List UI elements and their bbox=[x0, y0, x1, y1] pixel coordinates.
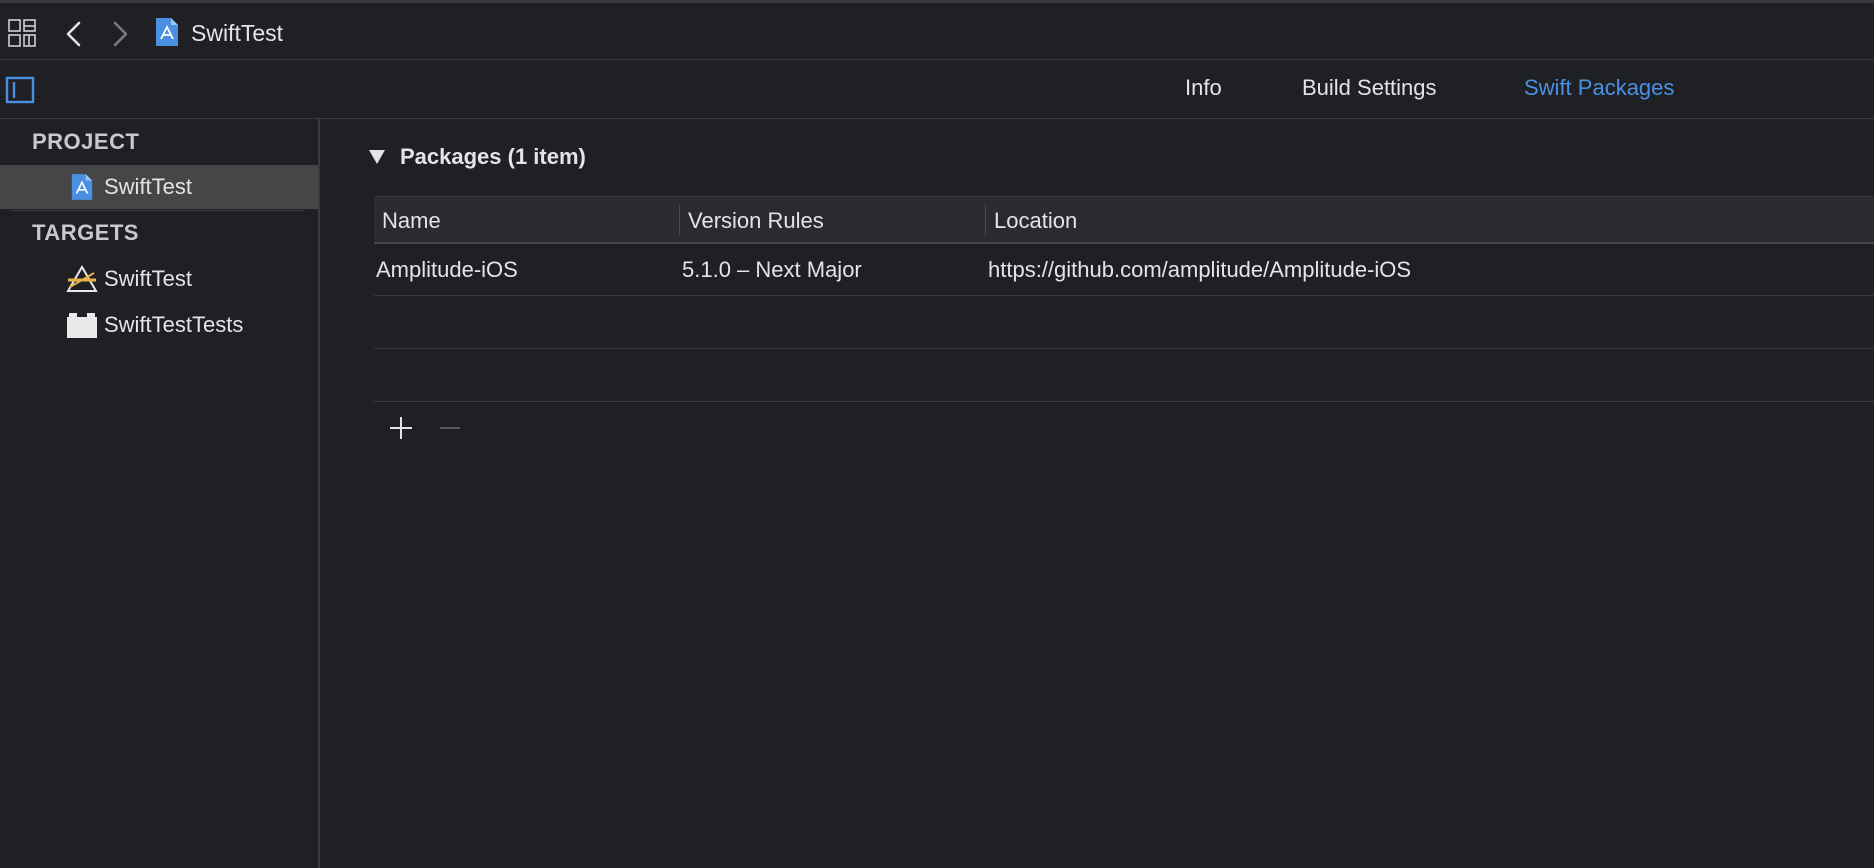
remove-package-button[interactable] bbox=[438, 415, 462, 441]
sidebar-toggle-icon[interactable] bbox=[5, 76, 35, 104]
sidebar-item-label: SwiftTest bbox=[104, 174, 193, 199]
sidebar-item-target-tests[interactable]: SwiftTestTests bbox=[0, 303, 318, 347]
add-package-button[interactable] bbox=[388, 415, 414, 441]
targets-section-header: TARGETS bbox=[32, 220, 139, 245]
empty-table-row bbox=[374, 296, 1874, 349]
app-target-icon bbox=[66, 265, 98, 292]
sidebar-item-project[interactable]: SwiftTest bbox=[0, 165, 318, 209]
editor-tab-strip: Info Build Settings Swift Packages bbox=[0, 60, 1874, 119]
package-name-cell: Amplitude-iOS bbox=[376, 257, 518, 282]
table-header: Name Version Rules Location bbox=[374, 196, 1874, 244]
xcode-window: SwiftTest Info Build Settings Swift Pack… bbox=[0, 0, 1874, 868]
test-bundle-icon bbox=[67, 313, 97, 338]
sidebar-item-label: SwiftTestTests bbox=[104, 312, 244, 337]
sidebar-divider bbox=[10, 210, 304, 211]
tab-build-settings[interactable]: Build Settings bbox=[1302, 75, 1437, 101]
package-location-cell: https://github.com/amplitude/Amplitude-i… bbox=[988, 257, 1412, 282]
tab-info[interactable]: Info bbox=[1185, 75, 1222, 101]
sidebar-item-label: SwiftTest bbox=[104, 266, 193, 291]
chevron-right-icon[interactable] bbox=[108, 21, 132, 47]
disclosure-triangle-icon[interactable] bbox=[368, 149, 386, 165]
column-header-location[interactable]: Location bbox=[994, 208, 1077, 234]
empty-table-row bbox=[374, 349, 1874, 402]
project-navigator-sidebar: PROJECT SwiftTest TARGETS SwiftTest Swif… bbox=[0, 119, 320, 868]
package-version-cell: 5.1.0 – Next Major bbox=[682, 257, 862, 282]
related-items-grid-icon[interactable] bbox=[8, 19, 36, 47]
packages-table: Name Version Rules Location Amplitude-iO… bbox=[374, 196, 1874, 402]
column-header-version-rules[interactable]: Version Rules bbox=[688, 208, 824, 234]
table-row[interactable]: Amplitude-iOS 5.1.0 – Next Major https:/… bbox=[374, 244, 1874, 296]
sidebar-item-target-app[interactable]: SwiftTest bbox=[0, 257, 318, 301]
chevron-left-icon[interactable] bbox=[62, 21, 86, 47]
project-file-icon bbox=[156, 18, 178, 46]
column-separator[interactable] bbox=[985, 205, 986, 235]
navigation-bar: SwiftTest bbox=[0, 0, 1874, 60]
column-header-name[interactable]: Name bbox=[382, 208, 441, 234]
swift-packages-editor: Packages (1 item) Name Version Rules Loc… bbox=[320, 119, 1874, 868]
packages-section-title: Packages (1 item) bbox=[400, 144, 586, 169]
project-section-header: PROJECT bbox=[32, 129, 140, 154]
project-file-icon bbox=[71, 174, 93, 200]
breadcrumb-project[interactable]: SwiftTest bbox=[191, 20, 283, 47]
tab-swift-packages[interactable]: Swift Packages bbox=[1524, 75, 1674, 101]
column-separator[interactable] bbox=[679, 205, 680, 235]
